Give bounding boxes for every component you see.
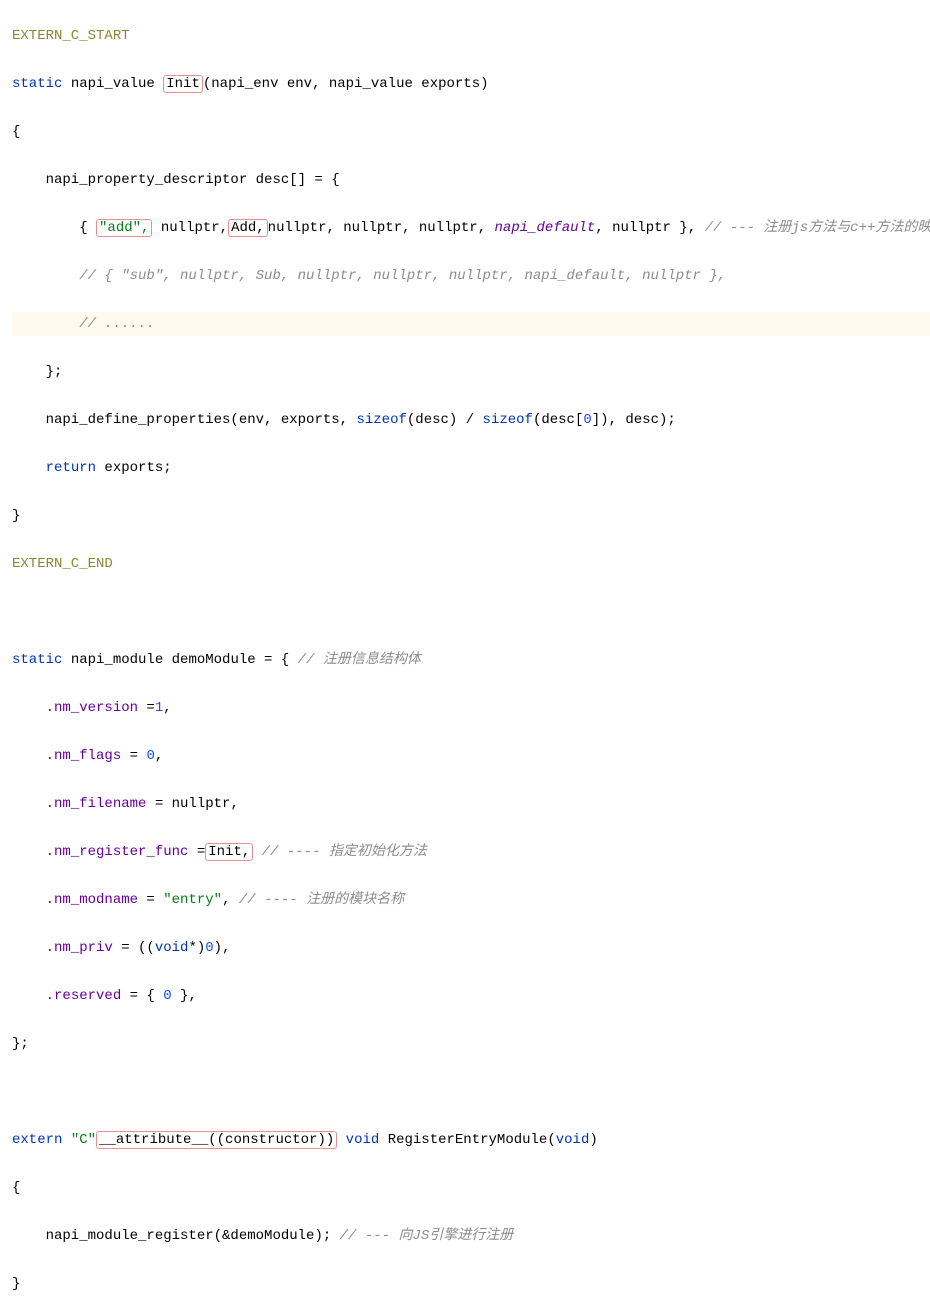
comment: // --- 向JS引擎进行注册 bbox=[340, 1228, 514, 1244]
code-line: // { "sub", nullptr, Sub, nullptr, nullp… bbox=[12, 264, 930, 288]
attribute-constructor: __attribute__((constructor)) bbox=[96, 1131, 337, 1149]
code-line: .nm_modname = "entry", // ---- 注册的模块名称 bbox=[12, 888, 930, 912]
code-line-highlighted: // ...... bbox=[12, 312, 930, 336]
code-line: .nm_register_func =Init, // ---- 指定初始化方法 bbox=[12, 840, 930, 864]
comment: // 注册信息结构体 bbox=[298, 652, 421, 668]
code-line: napi_define_properties(env, exports, siz… bbox=[12, 408, 930, 432]
code-line: .nm_priv = ((void*)0), bbox=[12, 936, 930, 960]
code-line: } bbox=[12, 504, 930, 528]
code-line: EXTERN_C_START bbox=[12, 24, 930, 48]
code-line: static napi_module demoModule = { // 注册信… bbox=[12, 648, 930, 672]
code-line: napi_module_register(&demoModule); // --… bbox=[12, 1224, 930, 1248]
code-line bbox=[12, 600, 930, 624]
code-line: }; bbox=[12, 360, 930, 384]
comment: // ---- 注册的模块名称 bbox=[239, 892, 404, 908]
comment: // { "sub", nullptr, Sub, nullptr, nullp… bbox=[79, 268, 726, 284]
code-line: .nm_version =1, bbox=[12, 696, 930, 720]
code-line: EXTERN_C_END bbox=[12, 552, 930, 576]
add-function-ref: Add, bbox=[228, 219, 268, 237]
code-line: return exports; bbox=[12, 456, 930, 480]
code-line: } bbox=[12, 1272, 930, 1296]
code-line: { "add", nullptr,Add,nullptr, nullptr, n… bbox=[12, 216, 930, 240]
comment: // ---- 指定初始化方法 bbox=[253, 844, 427, 860]
comment: // --- 注册js方法与c++方法的映射 bbox=[705, 220, 930, 236]
code-line: { bbox=[12, 1176, 930, 1200]
macro-extern-c-end: EXTERN_C_END bbox=[12, 556, 113, 572]
comment: // ...... bbox=[79, 316, 155, 332]
code-line: { bbox=[12, 120, 930, 144]
init-function-name: Init bbox=[163, 75, 203, 93]
code-line: static napi_value Init(napi_env env, nap… bbox=[12, 72, 930, 96]
code-line bbox=[12, 1080, 930, 1104]
code-editor[interactable]: EXTERN_C_START static napi_value Init(na… bbox=[0, 0, 930, 1296]
code-line: napi_property_descriptor desc[] = { bbox=[12, 168, 930, 192]
code-line: .reserved = { 0 }, bbox=[12, 984, 930, 1008]
macro-extern-c-start: EXTERN_C_START bbox=[12, 28, 130, 44]
code-line: .nm_filename = nullptr, bbox=[12, 792, 930, 816]
code-line: }; bbox=[12, 1032, 930, 1056]
code-line: .nm_flags = 0, bbox=[12, 744, 930, 768]
add-string-literal: "add", bbox=[96, 219, 152, 237]
code-line: extern "C"__attribute__((constructor)) v… bbox=[12, 1128, 930, 1152]
init-ref: Init, bbox=[205, 843, 253, 861]
